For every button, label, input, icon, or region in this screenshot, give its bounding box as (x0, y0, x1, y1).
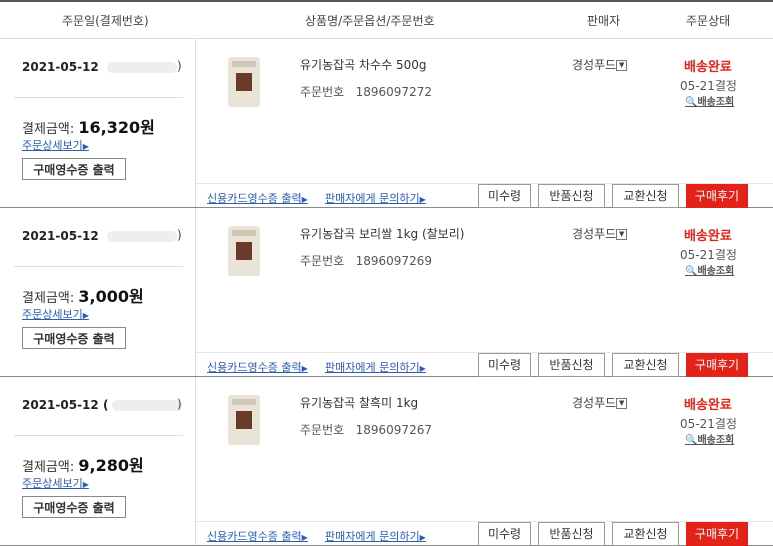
order-date: 2021-05-12 (22, 60, 177, 74)
track-delivery-link[interactable]: 🔍배송조회 (685, 431, 734, 446)
return-button[interactable]: 반품신청 (538, 184, 605, 208)
order-row: 2021-05-12 ) 결제금액: 3,000원 주문상세보기▶ 구매영수증 … (0, 208, 773, 377)
product-name[interactable]: 유기농잡곡 보리쌀 1kg (찰보리) (300, 225, 464, 242)
return-button[interactable]: 반품신청 (538, 522, 605, 546)
exchange-button[interactable]: 교환신청 (612, 184, 679, 208)
paren-close: ) (177, 228, 182, 242)
arrow-right-icon: ▶ (82, 142, 89, 151)
review-button[interactable]: 구매후기 (686, 353, 748, 377)
arrow-right-icon: ▶ (82, 311, 89, 320)
payment-number-redacted (106, 231, 177, 242)
unreceived-button[interactable]: 미수령 (478, 353, 531, 377)
header-status: 주문상태 (686, 14, 731, 28)
header-product: 상품명/주문옵션/주문번호 (305, 14, 435, 28)
order-row: 2021-05-12 ) 결제금액: 16,320원 주문상세보기▶ 구매영수증… (0, 39, 773, 208)
status-badge: 배송완료 (684, 398, 732, 413)
product-name[interactable]: 유기농잡곡 차수수 500g (300, 56, 426, 73)
seller-name[interactable]: 경성푸드 ▼ (572, 56, 628, 73)
product-name[interactable]: 유기농잡곡 찰흑미 1kg (300, 394, 418, 411)
payment-number-redacted (106, 62, 177, 73)
order-date: 2021-05-12 (22, 229, 177, 243)
unreceived-button[interactable]: 미수령 (478, 522, 531, 546)
order-row: 2021-05-12 ( ) 결제금액: 9,280원 주문상세보기▶ 구매영수… (0, 377, 773, 546)
order-number: 주문번호 1896097269 (300, 254, 432, 268)
order-number: 주문번호 1896097272 (300, 85, 432, 99)
seller-name[interactable]: 경성푸드 ▼ (572, 394, 628, 411)
ask-seller-link[interactable]: 판매자에게 문의하기▶ (325, 190, 426, 206)
review-button[interactable]: 구매후기 (686, 184, 748, 208)
payment-number-redacted (112, 400, 183, 411)
status-badge: 배송완료 (684, 229, 732, 244)
header-order-date: 주문일(결제번호) (62, 14, 149, 28)
divider (14, 97, 183, 98)
paren-close: ) (177, 59, 182, 73)
card-receipt-link[interactable]: 신용카드영수증 출력▶ (207, 359, 308, 375)
order-date: 2021-05-12 ( (22, 398, 183, 412)
exchange-button[interactable]: 교환신청 (612, 522, 679, 546)
payment-amount: 결제금액: 3,000원 (22, 287, 144, 306)
chevron-down-icon[interactable]: ▼ (616, 229, 628, 240)
order-detail-link[interactable]: 주문상세보기▶ (22, 306, 89, 322)
order-summary: 2021-05-12 ) 결제금액: 16,320원 주문상세보기▶ 구매영수증… (0, 39, 196, 207)
divider (14, 266, 183, 267)
status-date: 05-21결정 (680, 79, 737, 93)
arrow-right-icon: ▶ (419, 195, 426, 204)
product-thumbnail[interactable] (228, 226, 260, 276)
arrow-right-icon: ▶ (301, 364, 308, 373)
order-summary: 2021-05-12 ) 결제금액: 3,000원 주문상세보기▶ 구매영수증 … (0, 208, 196, 376)
order-number: 주문번호 1896097267 (300, 423, 432, 437)
card-receipt-link[interactable]: 신용카드영수증 출력▶ (207, 528, 308, 544)
status-date: 05-21결정 (680, 417, 737, 431)
order-summary: 2021-05-12 ( ) 결제금액: 9,280원 주문상세보기▶ 구매영수… (0, 377, 196, 545)
order-detail-link[interactable]: 주문상세보기▶ (22, 137, 89, 153)
seller-name[interactable]: 경성푸드 ▼ (572, 225, 628, 242)
review-button[interactable]: 구매후기 (686, 522, 748, 546)
ask-seller-link[interactable]: 판매자에게 문의하기▶ (325, 528, 426, 544)
ask-seller-link[interactable]: 판매자에게 문의하기▶ (325, 359, 426, 375)
track-delivery-link[interactable]: 🔍배송조회 (685, 262, 734, 277)
receipt-print-button[interactable]: 구매영수증 출력 (22, 158, 126, 180)
chevron-down-icon[interactable]: ▼ (616, 60, 628, 71)
table-header: 주문일(결제번호) 상품명/주문옵션/주문번호 판매자 주문상태 (0, 0, 773, 39)
status-date: 05-21결정 (680, 248, 737, 262)
exchange-button[interactable]: 교환신청 (612, 353, 679, 377)
return-button[interactable]: 반품신청 (538, 353, 605, 377)
arrow-right-icon: ▶ (301, 533, 308, 542)
card-receipt-link[interactable]: 신용카드영수증 출력▶ (207, 190, 308, 206)
unreceived-button[interactable]: 미수령 (478, 184, 531, 208)
track-delivery-link[interactable]: 🔍배송조회 (685, 93, 734, 108)
status-badge: 배송완료 (684, 60, 732, 75)
arrow-right-icon: ▶ (419, 533, 426, 542)
receipt-print-button[interactable]: 구매영수증 출력 (22, 327, 126, 349)
arrow-right-icon: ▶ (82, 480, 89, 489)
product-thumbnail[interactable] (228, 395, 260, 445)
receipt-print-button[interactable]: 구매영수증 출력 (22, 496, 126, 518)
payment-amount: 결제금액: 9,280원 (22, 456, 144, 475)
arrow-right-icon: ▶ (301, 195, 308, 204)
paren-close: ) (177, 397, 182, 411)
order-detail-link[interactable]: 주문상세보기▶ (22, 475, 89, 491)
payment-amount: 결제금액: 16,320원 (22, 118, 155, 137)
chevron-down-icon[interactable]: ▼ (616, 398, 628, 409)
arrow-right-icon: ▶ (419, 364, 426, 373)
product-thumbnail[interactable] (228, 57, 260, 107)
header-seller: 판매자 (587, 14, 621, 28)
divider (14, 435, 183, 436)
